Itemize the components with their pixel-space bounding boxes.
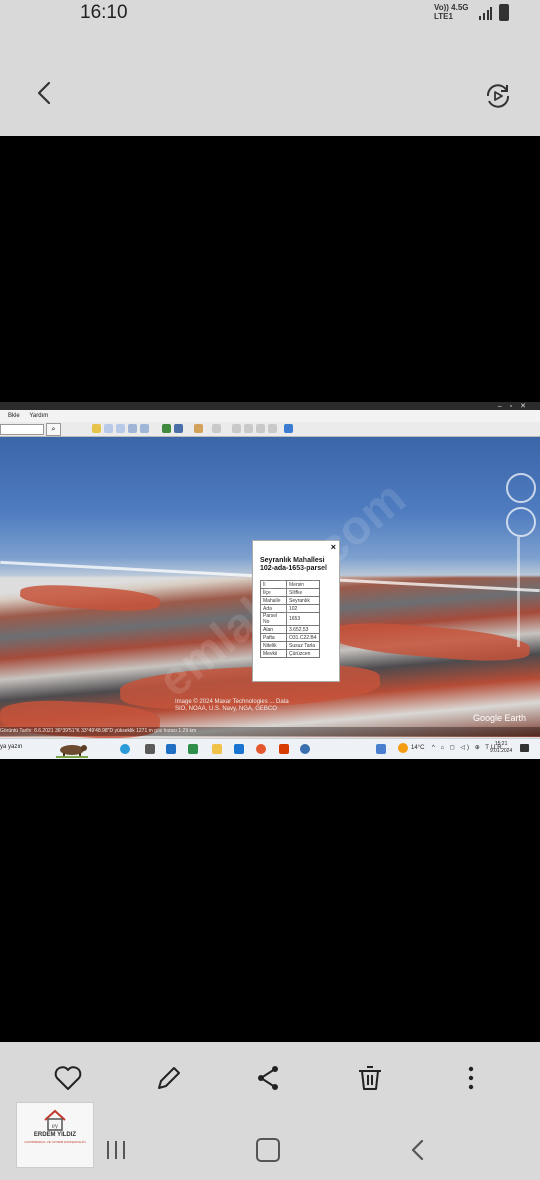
menu-item: Bkle [8,413,20,419]
clock-time: 15:21 [494,741,508,747]
zoom-slider [517,537,520,647]
table-row: Nitelik Susuz Tarla [260,641,320,650]
signal-icon [479,7,492,20]
attr-value: Çürüzcen [286,649,320,658]
toolbar-icon [256,424,265,433]
toolbar-icon [244,424,253,433]
toolbar-icon [194,424,203,433]
attr-value: O31.C22.B4 [286,633,320,642]
attr-value: Susuz Tarla [286,641,320,650]
viewed-screenshot: –▫✕ Bkle Yardım ⌕ × Seyranlık Mahallesi … [0,402,540,759]
weather-icon [398,743,408,753]
toolbar-icon [104,424,113,433]
viewer-top-bar [0,30,540,136]
app-icon [166,744,176,754]
house-logo-icon: ey [44,1109,66,1131]
back-button[interactable] [30,78,60,108]
mail-icon [234,744,244,754]
google-earth-icon [300,744,310,754]
toolbar-icon [268,424,277,433]
toolbar-icon [162,424,171,433]
window-title-bar: –▫✕ [0,402,540,410]
search-icon: ⌕ [46,423,61,436]
file-explorer-icon [212,744,222,754]
google-earth-toolbar: ⌕ [0,422,540,437]
attr-value: 3.652,53 [286,625,320,634]
attr-key: Mevkii [260,649,287,658]
task-view-icon [145,744,155,754]
navigation-controls [500,473,540,663]
imagery-attribution: Image © 2024 Maxar Technologies ... Data… [175,699,289,712]
toolbar-icon [128,424,137,433]
status-time: 16:10 [80,2,128,23]
system-back-button[interactable] [406,1138,430,1162]
logo-name: ERDEM YILDIZ [33,1132,77,1138]
search-input [0,424,44,435]
menu-item: Yardım [29,413,49,419]
clock-date: 9.01.2024 [490,748,513,754]
more-options-button[interactable] [455,1062,487,1094]
attr-key: Nitelik [260,641,287,650]
taskbar-search-text: ya yazın [0,744,23,750]
tray-clock: 15:21 9.01.2024 [490,741,512,755]
svg-text:ey: ey [52,1122,59,1130]
toolbar-icon [212,424,221,433]
toolbar-icon [232,424,241,433]
office-icon [279,744,289,754]
compass-icon [506,473,536,503]
app-icon [188,744,198,754]
network-line-1: Vo)) 4.5G [434,3,469,12]
recent-apps-button[interactable] [104,1140,128,1160]
google-earth-logo: Google Earth [473,713,527,723]
tray-temperature: 14°C [411,745,425,751]
delete-button[interactable] [354,1062,386,1094]
edit-button[interactable] [153,1062,185,1094]
favorite-button[interactable] [52,1062,84,1094]
look-joystick-icon [506,507,536,537]
network-indicator: Vo)) 4.5G LTE1 [434,3,469,21]
home-button[interactable] [256,1138,280,1162]
toolbar-icon [174,424,183,433]
battery-icon [499,4,509,21]
rotate-screen-button[interactable] [482,80,514,112]
notification-icon [520,744,529,752]
toolbar-icon [284,424,293,433]
toolbar-icon [140,424,149,433]
network-line-2: LTE1 [434,12,453,21]
terrain-patch [19,582,161,614]
status-bar: 16:10 Vo)) 4.5G LTE1 [0,0,540,30]
share-button[interactable] [252,1062,284,1094]
logo-subtitle: GAYRİMENKUL VE YATIRIM DANIŞMANLIĞI [24,1140,86,1144]
app-icon [376,744,386,754]
realtor-logo: ey ERDEM YILDIZ GAYRİMENKUL VE YATIRIM D… [16,1102,94,1168]
coordinates-status-bar: Görüntü Tarihi: 8.6.2021 36°39'51"K 33°4… [0,727,540,736]
menu-bar: Bkle Yardım [0,410,540,422]
windows-taskbar: ya yazın 14°C ^ ⌂ ◻ ◁) ⊕ TUR 15:21 9.01.… [0,738,540,759]
table-row: Mevkii Çürüzcen [260,649,320,658]
edge-icon [120,744,130,754]
toolbar-icon [116,424,125,433]
window-controls: –▫✕ [497,403,534,410]
buffalo-icon [56,745,88,758]
chrome-icon [256,744,266,754]
toolbar-icon [92,424,101,433]
